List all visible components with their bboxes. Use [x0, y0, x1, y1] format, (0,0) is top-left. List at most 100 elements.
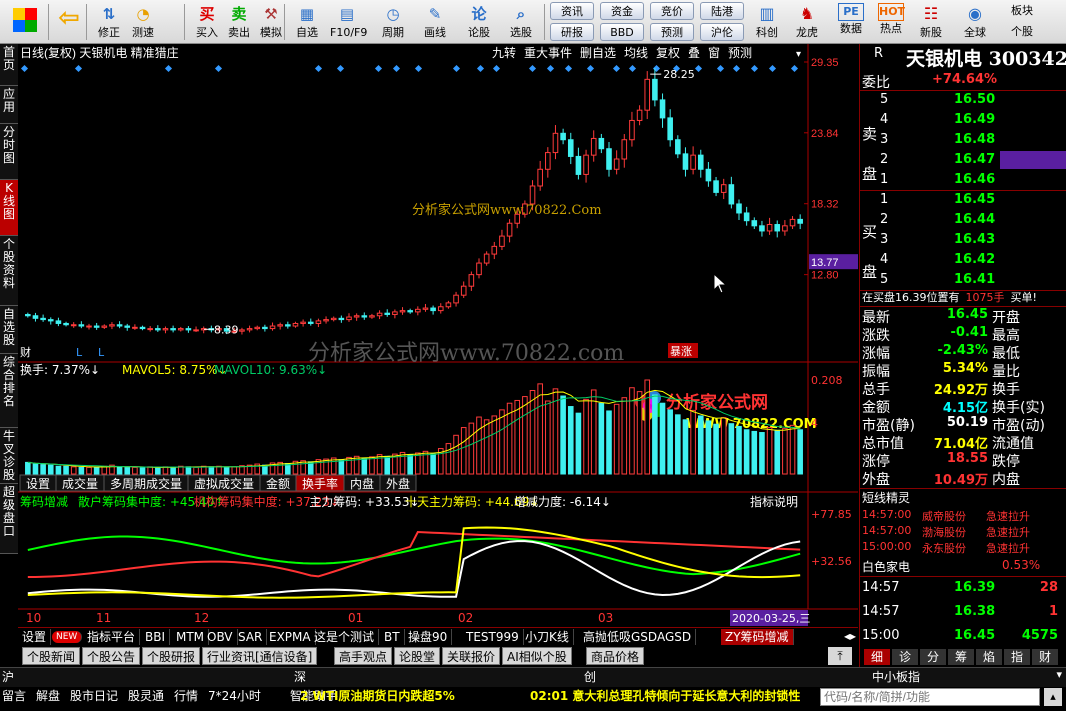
- news-tab-7[interactable]: AI相似个股: [502, 647, 572, 665]
- toolbar-speed-dial-button[interactable]: ◔ 测速: [126, 2, 160, 42]
- toolbar-sell-button[interactable]: 卖卖出: [222, 2, 256, 42]
- left-tab-8[interactable]: 超级盘口: [0, 484, 18, 554]
- left-tab-0[interactable]: 首页: [0, 44, 18, 86]
- news-tab-1[interactable]: 个股公告: [82, 647, 141, 665]
- right-tab-3[interactable]: 筹: [948, 649, 974, 665]
- news-tab-6[interactable]: 关联报价: [442, 647, 501, 665]
- toolbar-period-button[interactable]: ◷ 周期: [376, 2, 410, 42]
- indicator-tab-6[interactable]: SAR: [234, 629, 268, 645]
- toolbar-ipo-button[interactable]: ☷ 新股: [912, 2, 950, 42]
- buy-price[interactable]: 16.41: [954, 272, 995, 287]
- market-index-3[interactable]: 中小板指: [872, 668, 920, 686]
- left-tab-6[interactable]: 综合排名: [0, 354, 18, 428]
- chart-header-button-2[interactable]: 删自选: [580, 46, 616, 60]
- toolbar-sector-button[interactable]: 板块: [1002, 2, 1042, 20]
- toolbar-data-button[interactable]: PE 数据: [832, 2, 870, 42]
- collapse-up-icon[interactable]: ⤒: [828, 647, 852, 665]
- status-link-0[interactable]: 留言: [2, 687, 26, 705]
- right-tab-6[interactable]: 财: [1032, 649, 1058, 665]
- toolbar-pencil-button[interactable]: ✎ 画线: [418, 2, 452, 42]
- search-dropdown-icon[interactable]: ▴: [1044, 688, 1062, 706]
- sell-price[interactable]: 16.47: [954, 152, 995, 167]
- toolbar-stock-pick-button[interactable]: ⌕ 选股: [504, 2, 538, 42]
- indicator-tab-0[interactable]: 设置: [18, 629, 52, 645]
- chart-area[interactable]: 日线(复权) 天银机电 精准猎庄 九转 重大事件 删自选 均线 复权叠窗预测 ▾ 29.35 2…: [18, 44, 858, 627]
- chart-header-button-4[interactable]: 复权: [656, 46, 680, 60]
- indicator-tab-14[interactable]: ZY筹码增减: [721, 629, 794, 645]
- toolbar-hammer-button[interactable]: ⚒ 模拟: [254, 2, 288, 42]
- toolbar-f10-button[interactable]: ▤ F10/F9: [330, 2, 367, 42]
- toolbar-up-down-arrow-button[interactable]: ⇅ 修正: [92, 2, 126, 42]
- toolbar-pill-5[interactable]: BBD: [600, 23, 644, 41]
- toolbar-forum-button[interactable]: 论论股: [462, 2, 496, 42]
- stock-name[interactable]: 天银机电 300342: [906, 44, 1066, 71]
- market-index-0[interactable]: 沪: [2, 668, 14, 686]
- toolbar-pill-4[interactable]: 研报: [550, 23, 594, 41]
- chart-header-button-5[interactable]: 叠: [688, 46, 700, 60]
- right-tab-4[interactable]: 焰: [976, 649, 1002, 665]
- status-link-2[interactable]: 股市日记: [70, 687, 118, 705]
- toolbar-pill-0[interactable]: 资讯: [550, 2, 594, 20]
- indicator-help-button[interactable]: 指标说明: [750, 494, 798, 509]
- news-tab-5[interactable]: 论股堂: [394, 647, 441, 665]
- indicator-tab-5[interactable]: OBV: [203, 629, 238, 645]
- toolbar-pill-7[interactable]: 沪伦: [700, 23, 744, 41]
- left-tab-3[interactable]: K线图: [0, 180, 18, 236]
- header-dropdown-icon[interactable]: ▾: [796, 49, 801, 60]
- buy-price[interactable]: 16.43: [954, 232, 995, 247]
- indicator-tab-2[interactable]: 指标平台: [83, 629, 141, 645]
- l-tag[interactable]: L: [76, 346, 83, 359]
- status-link-3[interactable]: 股灵通: [128, 687, 164, 705]
- market-index-1[interactable]: 深: [294, 668, 306, 686]
- left-tab-1[interactable]: 应用: [0, 86, 18, 124]
- status-dropdown-icon[interactable]: ▾: [1056, 668, 1062, 681]
- kline-chart-svg[interactable]: 日线(复权) 天银机电 精准猎庄 九转 重大事件 删自选 均线 复权叠窗预测 ▾ 29.35 2…: [18, 44, 858, 627]
- toolbar-pill-6[interactable]: 预测: [650, 23, 694, 41]
- sell-price[interactable]: 16.50: [954, 92, 995, 107]
- status-link-5[interactable]: 7*24小时: [208, 687, 261, 705]
- toolbar-back-arrow-button[interactable]: ⇦: [52, 2, 86, 42]
- indicator-tab-12[interactable]: 小刀K线: [521, 629, 574, 645]
- toolbar-kechuang-button[interactable]: ▥ 科创: [748, 2, 786, 42]
- finance-tag[interactable]: 财: [20, 345, 31, 359]
- status-link-4[interactable]: 行情: [174, 687, 198, 705]
- buy-price[interactable]: 16.45: [954, 192, 995, 207]
- market-index-2[interactable]: 创: [584, 668, 596, 686]
- spirit-stock[interactable]: 威帝股份: [922, 508, 966, 524]
- left-tab-5[interactable]: 自选股: [0, 306, 18, 354]
- spirit-stock[interactable]: 永东股份: [922, 540, 966, 556]
- left-tab-7[interactable]: 牛叉诊股: [0, 428, 18, 484]
- sell-price[interactable]: 16.48: [954, 132, 995, 147]
- toolbar-dragon-tiger-button[interactable]: ♞ 龙虎: [788, 2, 826, 42]
- toolbar-pill-1[interactable]: 资金: [600, 2, 644, 20]
- left-tab-4[interactable]: 个股资料: [0, 236, 18, 306]
- news-tab-8[interactable]: 商品价格: [586, 647, 645, 665]
- news-ticker-2[interactable]: 02:01 意大利总理孔特倾向于延长意大利的封锁性: [530, 687, 800, 705]
- toolbar-windows-logo-button[interactable]: [4, 2, 46, 42]
- bottom-arrows-icon[interactable]: ◂▸: [844, 629, 856, 643]
- toolbar-pill-2[interactable]: 竞价: [650, 2, 694, 20]
- status-link-1[interactable]: 解盘: [36, 687, 60, 705]
- l-tag[interactable]: L: [98, 346, 105, 359]
- right-tab-1[interactable]: 诊: [892, 649, 918, 665]
- toolbar-favorites-button[interactable]: ▦ 自选: [290, 2, 324, 42]
- toolbar-pill-3[interactable]: 陆港: [700, 2, 744, 20]
- toolbar-globe-button[interactable]: ◉ 全球: [956, 2, 994, 42]
- buy-price[interactable]: 16.44: [954, 212, 995, 227]
- indicator-tab-9[interactable]: BT: [380, 629, 405, 645]
- chart-header-button-6[interactable]: 窗: [708, 46, 720, 60]
- surge-tag[interactable]: 暴涨: [670, 345, 692, 358]
- sector-name[interactable]: 白色家电: [862, 558, 910, 575]
- buy-price[interactable]: 16.42: [954, 252, 995, 267]
- news-ticker-1[interactable]: 2 WTI原油期货日内跌超5%: [300, 687, 455, 705]
- left-tab-2[interactable]: 分时图: [0, 124, 18, 180]
- sell-price[interactable]: 16.46: [954, 172, 995, 187]
- toolbar-stock-button[interactable]: 个股: [1002, 23, 1042, 41]
- indicator-tab-1[interactable]: NEW: [52, 631, 83, 643]
- news-tab-3[interactable]: 行业资讯[通信设备]: [202, 647, 318, 665]
- spirit-stock[interactable]: 渤海股份: [922, 524, 966, 540]
- chart-header-button-3[interactable]: 均线: [624, 46, 648, 60]
- chart-header-button-0[interactable]: 九转: [492, 45, 516, 60]
- indicator-tab-8[interactable]: 这是个测试: [310, 629, 380, 645]
- indicator-tab-3[interactable]: BBI: [141, 629, 171, 645]
